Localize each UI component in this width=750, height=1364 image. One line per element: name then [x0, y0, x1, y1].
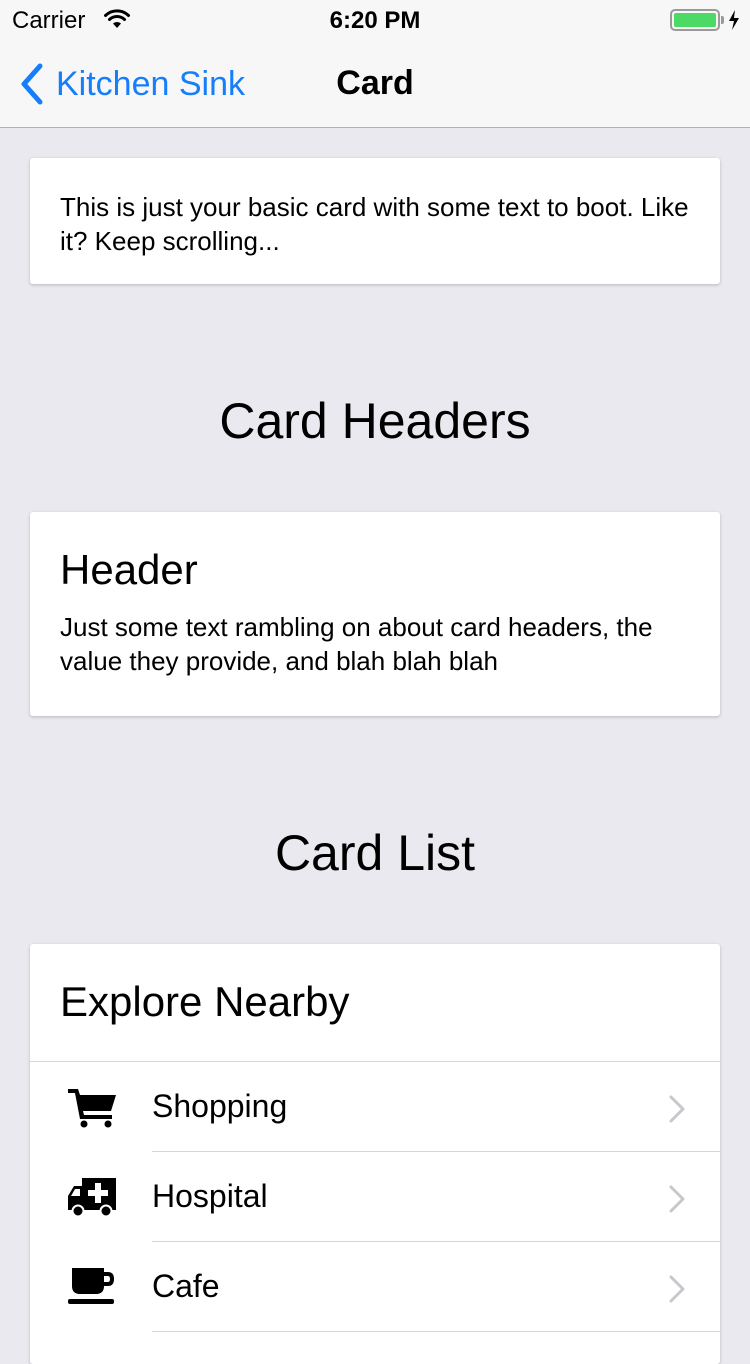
section-title-card-headers: Card Headers	[219, 393, 531, 449]
charging-icon	[729, 10, 739, 30]
basic-card: This is just your basic card with some t…	[30, 158, 720, 284]
list-item-label: Shopping	[152, 1088, 288, 1124]
list-card: Explore Nearby Shopping Hospital Cafe	[30, 944, 720, 1364]
list-item-label: Cafe	[152, 1268, 220, 1304]
list-card-title: Explore Nearby	[30, 944, 720, 1062]
chevron-right-icon	[669, 1275, 685, 1303]
header-card-title: Header	[60, 546, 198, 593]
list-item-shopping[interactable]: Shopping	[30, 1062, 720, 1152]
battery-level	[674, 13, 716, 27]
section-title-card-list: Card List	[274, 825, 476, 881]
list-separator	[152, 1331, 720, 1332]
header-card: Header Just some text rambling on about …	[30, 512, 720, 716]
ambulance-icon	[68, 1178, 116, 1218]
cart-icon	[68, 1089, 116, 1128]
navigation-bar: Kitchen Sink Card	[0, 40, 750, 128]
header-card-text: Just some text rambling on about card he…	[60, 612, 653, 676]
battery-icon	[670, 9, 720, 31]
chevron-right-icon	[669, 1095, 685, 1123]
status-bar: Carrier 6:20 PM	[0, 0, 750, 40]
list-item-cafe[interactable]: Cafe	[30, 1242, 720, 1332]
status-time: 6:20 PM	[329, 7, 421, 34]
coffee-cup-icon	[68, 1268, 114, 1304]
basic-card-text: This is just your basic card with some t…	[60, 192, 689, 256]
list-item-hospital[interactable]: Hospital	[30, 1152, 720, 1242]
chevron-right-icon	[669, 1185, 685, 1213]
list-item-label: Hospital	[152, 1178, 268, 1214]
battery-tip	[721, 16, 724, 24]
page-title: Card	[336, 64, 414, 102]
